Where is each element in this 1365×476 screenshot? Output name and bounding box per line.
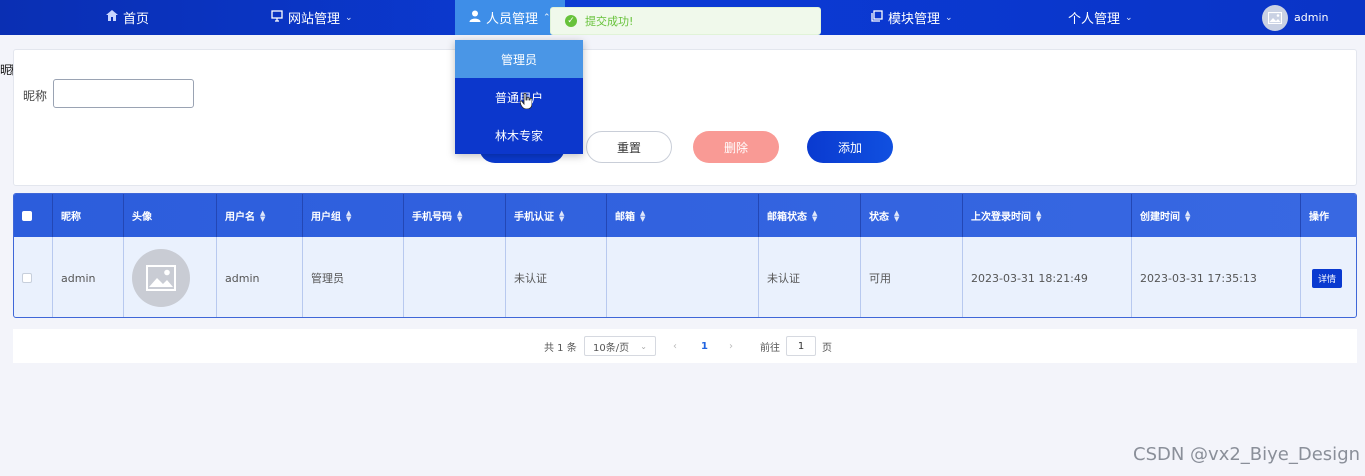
cell-created: 2023-03-31 17:35:13	[1132, 237, 1301, 317]
chevron-down-icon: ⌄	[945, 12, 953, 23]
chevron-down-icon: ⌄	[640, 341, 647, 351]
page-size-value: 10条/页	[593, 342, 630, 354]
header-last-login[interactable]: 上次登录时间 ▲ ▼	[963, 194, 1132, 237]
cell-last-login: 2023-03-31 18:21:49	[963, 237, 1132, 317]
search-panel: 昵称 查询 重置 删除 添加	[13, 49, 1357, 186]
chevron-down-icon: ⌄	[1125, 12, 1133, 23]
nickname-label: 昵称	[23, 89, 48, 103]
chevron-down-icon: ⌄	[345, 12, 353, 23]
nav-people-label: 人员管理	[486, 12, 539, 27]
pagination: 共 1 条 10条/页 ⌄ ‹ 1 › 前往 1 页	[13, 329, 1357, 363]
cell-status: 可用	[861, 237, 963, 317]
cell-nickname: admin	[53, 237, 124, 317]
copy-icon	[871, 9, 883, 26]
sort-icon[interactable]: ▲ ▼	[640, 209, 645, 222]
nav-item-personal-management[interactable]: 个人管理 ⌄	[1068, 0, 1133, 35]
header-status[interactable]: 状态 ▲ ▼	[861, 194, 963, 237]
header-phone[interactable]: 手机号码 ▲ ▼	[404, 194, 506, 237]
header-email[interactable]: 邮箱 ▲ ▼	[607, 194, 759, 237]
header-email-status[interactable]: 邮箱状态 ▲ ▼	[759, 194, 861, 237]
table-row: admin admin 管理员 未认证 未认证 可用 2023-03-31 18…	[14, 237, 1356, 317]
nav-item-home[interactable]: 首页	[106, 0, 149, 35]
avatar	[1262, 4, 1288, 31]
image-icon	[1268, 11, 1282, 24]
user-table: 昵称 头像 用户名 ▲ ▼ 用户组 ▲ ▼ 手机号码 ▲ ▼ 手机认证 ▲ ▼ 邮箱 ▲ ▼ 邮箱状…	[13, 193, 1357, 318]
detail-button[interactable]: 详情	[1312, 268, 1343, 288]
header-nickname: 昵称	[53, 194, 124, 237]
cell-email-status: 未认证	[759, 237, 861, 317]
dropdown-item-normal-user[interactable]: 普通用户	[455, 78, 583, 116]
sort-icon[interactable]: ▲ ▼	[457, 209, 462, 222]
watermark: CSDN @vx2_Biye_Design	[1133, 444, 1361, 465]
goto-page-input[interactable]: 1	[786, 336, 816, 356]
user-icon	[469, 10, 481, 26]
goto-suffix: 页	[822, 342, 832, 354]
nav-home-label: 首页	[123, 12, 150, 27]
dropdown-item-admin[interactable]: 管理员	[455, 40, 583, 78]
page-size-select[interactable]: 10条/页 ⌄	[584, 329, 656, 363]
reset-button[interactable]: 重置	[586, 131, 672, 163]
next-page-icon[interactable]: ›	[729, 329, 733, 363]
nav-item-module-management[interactable]: 模块管理 ⌄	[871, 0, 953, 35]
goto-page: 前往 1 页	[760, 329, 832, 363]
nav-item-site-management[interactable]: 网站管理 ⌄	[271, 0, 353, 35]
sort-icon[interactable]: ▲ ▼	[1036, 209, 1041, 222]
sort-icon[interactable]: ▲ ▼	[346, 209, 351, 222]
people-management-dropdown: 管理员 普通用户 林木专家	[455, 40, 583, 154]
prev-page-icon[interactable]: ‹	[673, 329, 677, 363]
avatar	[132, 249, 190, 307]
hand-cursor-icon	[519, 92, 533, 112]
header-user-group[interactable]: 用户组 ▲ ▼	[303, 194, 404, 237]
nickname-input[interactable]	[53, 79, 194, 108]
cell-avatar	[124, 237, 217, 317]
page-number-current[interactable]: 1	[701, 329, 708, 363]
cell-phone	[404, 237, 506, 317]
header-phone-verify[interactable]: 手机认证 ▲ ▼	[506, 194, 607, 237]
nav-personal-label: 个人管理	[1068, 12, 1121, 27]
sort-icon[interactable]: ▲ ▼	[894, 209, 899, 222]
toast-message: 提交成功!	[585, 15, 634, 28]
header-username[interactable]: 用户名 ▲ ▼	[217, 194, 303, 237]
table-header: 昵称 头像 用户名 ▲ ▼ 用户组 ▲ ▼ 手机号码 ▲ ▼ 手机认证 ▲ ▼ 邮箱 ▲ ▼ 邮箱状…	[14, 194, 1356, 237]
cell-user-group: 管理员	[303, 237, 404, 317]
success-toast: ✓ 提交成功!	[550, 7, 821, 35]
goto-prefix: 前往	[760, 342, 780, 354]
monitor-icon	[271, 9, 283, 26]
nav-item-people-management[interactable]: 人员管理 ⌃	[455, 0, 565, 35]
sort-icon[interactable]: ▲ ▼	[260, 209, 265, 222]
cell-username: admin	[217, 237, 303, 317]
sort-icon[interactable]: ▲ ▼	[559, 209, 564, 222]
pagination-total: 共 1 条	[544, 342, 577, 354]
delete-button[interactable]: 删除	[693, 131, 779, 163]
sort-icon[interactable]: ▲ ▼	[1185, 209, 1190, 222]
dropdown-item-forestry-expert[interactable]: 林木专家	[455, 116, 583, 154]
user-name: admin	[1294, 11, 1329, 24]
user-menu[interactable]: admin	[1262, 0, 1328, 35]
header-select-all[interactable]	[14, 194, 53, 237]
nav-site-label: 网站管理	[288, 12, 341, 27]
header-created[interactable]: 创建时间 ▲ ▼	[1132, 194, 1301, 237]
image-icon	[146, 265, 176, 291]
sort-icon[interactable]: ▲ ▼	[812, 209, 817, 222]
cell-phone-verify: 未认证	[506, 237, 607, 317]
row-select[interactable]	[14, 237, 53, 317]
check-circle-icon: ✓	[565, 15, 577, 27]
row-checkbox[interactable]	[22, 273, 32, 283]
select-all-checkbox[interactable]	[22, 210, 32, 221]
cell-email	[607, 237, 759, 317]
header-avatar: 头像	[124, 194, 217, 237]
home-icon	[106, 10, 118, 25]
add-button[interactable]: 添加	[807, 131, 893, 163]
cell-action: 详情	[1301, 237, 1356, 317]
header-action: 操作	[1309, 212, 1329, 223]
nav-module-label: 模块管理	[888, 12, 941, 27]
